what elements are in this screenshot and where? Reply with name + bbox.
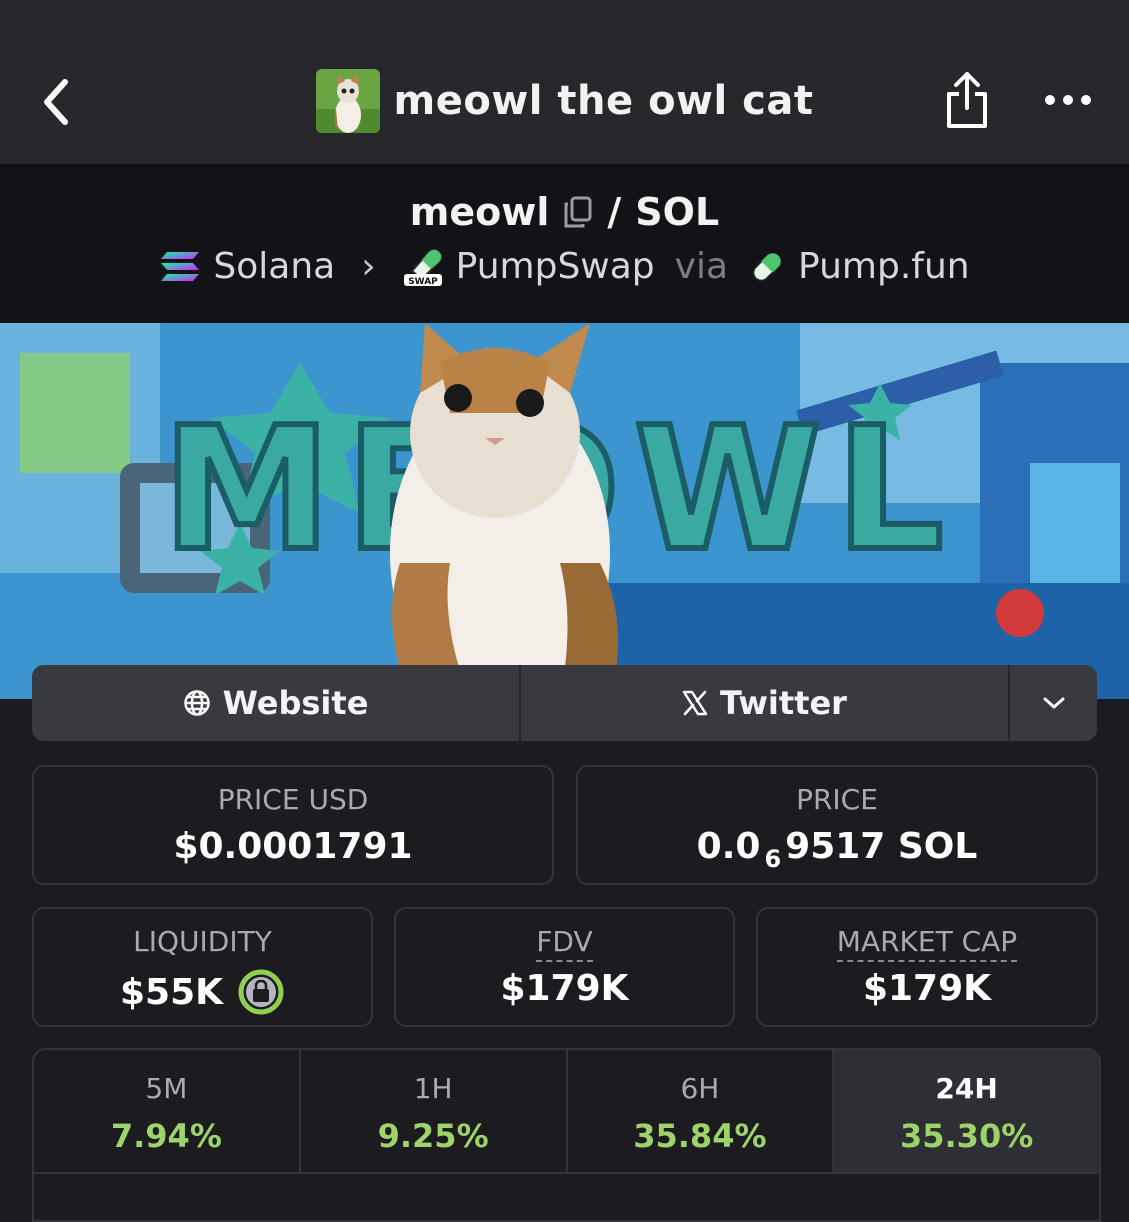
tab-5m[interactable]: 5M 7.94% — [34, 1050, 301, 1174]
pair-header — [0, 164, 1129, 323]
share-icon — [947, 72, 987, 128]
liquidity-card: LIQUIDITY $55K — [32, 907, 373, 1027]
pair-title: meowl / SOL — [0, 190, 1129, 234]
pumpfun-pill-icon — [752, 251, 782, 282]
pumpswap-badge: SWAP — [408, 277, 438, 287]
via-label: via — [674, 246, 729, 287]
liquidity-locked-icon[interactable] — [237, 968, 285, 1016]
base-token-symbol: meowl — [409, 190, 550, 234]
token-banner-image: MEOWL — [0, 323, 1129, 699]
tab-label: 1H — [413, 1072, 453, 1105]
fdv-value: $179K — [500, 968, 629, 1009]
pair-separator: / — [607, 190, 622, 234]
more-options-button[interactable] — [1038, 80, 1098, 120]
tab-change-value: 35.30% — [899, 1117, 1034, 1155]
share-button[interactable] — [940, 68, 994, 132]
price-native-value: 0.0 6 9517 SOL — [578, 826, 1096, 873]
chain-name[interactable]: Solana — [213, 246, 335, 287]
tab-label: 6H — [680, 1072, 720, 1105]
tab-label: 5M — [145, 1072, 188, 1105]
chevron-right-icon: › — [361, 246, 376, 287]
pumpswap-icon: SWAP — [403, 248, 442, 287]
solana-icon — [161, 251, 200, 281]
price-usd-card: PRICE USD $0.0001791 — [32, 765, 554, 885]
tab-label: 24H — [935, 1072, 998, 1105]
chevron-down-icon — [1043, 697, 1064, 709]
more-links-dropdown[interactable] — [1010, 665, 1097, 741]
social-links-bar: Website Twitter — [32, 665, 1097, 741]
tab-6h[interactable]: 6H 35.84% — [568, 1050, 835, 1174]
fdv-label: FDV — [536, 925, 593, 962]
market-cap-card[interactable]: MARKET CAP $179K — [756, 907, 1098, 1027]
fdv-card[interactable]: FDV $179K — [394, 907, 735, 1027]
price-native-label: PRICE — [796, 783, 878, 816]
globe-icon — [183, 690, 210, 716]
tab-change-value: 9.25% — [377, 1117, 489, 1155]
market-cap-value: $179K — [862, 968, 992, 1009]
twitter-link-button[interactable]: Twitter — [521, 665, 1010, 741]
price-native-card: PRICE 0.0 6 9517 SOL — [576, 765, 1098, 885]
website-label: Website — [222, 684, 369, 722]
price-prefix: 0.0 — [696, 826, 761, 867]
twitter-label: Twitter — [720, 684, 847, 722]
website-link-button[interactable]: Website — [32, 665, 521, 741]
tab-change-value: 35.84% — [633, 1117, 767, 1155]
price-usd-value: $0.0001791 — [173, 826, 413, 867]
tab-1h[interactable]: 1H 9.25% — [301, 1050, 568, 1174]
price-zero-count: 6 — [764, 844, 782, 873]
price-change-tabs: 5M 7.94% 1H 9.25% 6H 35.84% 24H 35.30% — [32, 1048, 1101, 1222]
tab-24h[interactable]: 24H 35.30% — [834, 1050, 1099, 1174]
quote-token-symbol: SOL — [635, 190, 720, 234]
dex-name[interactable]: PumpSwap — [456, 246, 655, 287]
page-title: meowl the owl cat — [393, 78, 814, 124]
price-usd-label: PRICE USD — [217, 783, 369, 816]
more-horizontal-icon — [1045, 95, 1091, 105]
x-logo-icon — [682, 690, 708, 716]
market-cap-label: MARKET CAP — [836, 925, 1018, 962]
liquidity-value: $55K — [119, 971, 224, 1013]
token-avatar — [315, 69, 380, 133]
tabs-divider — [34, 1172, 1095, 1174]
copy-icon[interactable] — [563, 196, 593, 228]
liquidity-label: LIQUIDITY — [133, 925, 272, 958]
pair-route: Solana › SWAP PumpSwap via Pump.fun — [0, 246, 1129, 287]
tab-change-value: 7.94% — [110, 1117, 222, 1155]
launchpad-name[interactable]: Pump.fun — [798, 246, 970, 287]
price-suffix: 9517 SOL — [785, 826, 978, 867]
